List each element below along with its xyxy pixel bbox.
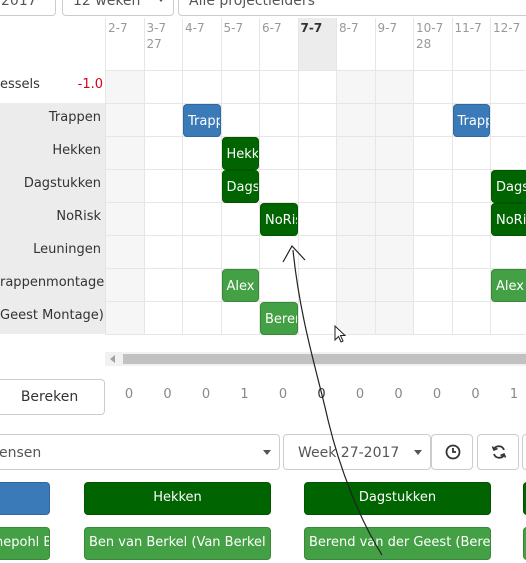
row-divider	[105, 268, 526, 269]
day-header: 4-7	[182, 18, 221, 70]
scroll-left-arrow-icon[interactable]	[110, 355, 115, 363]
row-label: essels -1.0	[0, 70, 105, 103]
clock-button[interactable]	[431, 434, 473, 470]
scrollbar-thumb[interactable]	[123, 354, 526, 364]
day-count: 0	[355, 387, 365, 402]
extra-button[interactable]	[522, 434, 526, 470]
day-header-date: 10-7	[416, 21, 444, 35]
row-label: Trappen	[0, 103, 105, 136]
day-header: 7-7	[297, 18, 336, 70]
day-header: 9-7	[374, 18, 414, 70]
bereken-button-label: Bereken	[20, 389, 79, 405]
projectleaders-select[interactable]: Alle projectleiders	[178, 0, 526, 16]
day-header-date: 12-7	[493, 21, 521, 35]
day-header: 5-7	[220, 18, 260, 70]
task-block[interactable]: Alex S	[221, 269, 259, 302]
task-block[interactable]: Trappen	[183, 104, 221, 137]
day-count: 0	[394, 387, 403, 402]
day-header-date: 9-7	[377, 21, 398, 35]
year-select-value: 2017	[1, 0, 37, 9]
legend-dagstukken-label: Dagstukken	[358, 490, 437, 505]
task-block[interactable]: Berend	[260, 302, 298, 335]
day-count: 0	[278, 387, 288, 402]
day-count: 0	[124, 387, 134, 402]
day-count: 0	[201, 387, 211, 402]
day-header-date: 11-7	[454, 21, 482, 35]
row-value: -1.0	[77, 77, 103, 92]
week-select-value: Week 27-2017	[298, 445, 400, 461]
task-block[interactable]: Alex S	[491, 269, 526, 302]
day-count: 0	[163, 387, 172, 402]
year-select[interactable]: 2017	[0, 0, 56, 16]
chevron-down-icon	[263, 450, 271, 455]
day-header: 6-7	[259, 18, 298, 70]
day-header-date: 6-7	[262, 21, 282, 35]
legend-person-berend-label: Berend van der Geest (Beren	[309, 535, 491, 550]
legend-dagstukken[interactable]: Dagstukken	[304, 482, 491, 515]
day-count: 1	[240, 387, 249, 402]
clock-icon	[445, 444, 461, 460]
day-count: 0	[317, 387, 326, 402]
day-header-date: 2-7	[108, 21, 128, 35]
weeks-select-value: 12 weken	[73, 0, 141, 9]
refresh-button[interactable]	[477, 434, 519, 470]
task-block[interactable]: Dagstukken	[491, 170, 526, 203]
row-divider	[105, 235, 526, 236]
day-header: 11-7	[451, 18, 491, 70]
row-label-text: essels	[0, 77, 40, 92]
row-divider	[105, 301, 526, 302]
day-header: 2-7	[105, 18, 144, 70]
type-select-value: ensen	[0, 445, 42, 461]
task-block[interactable]: Trappen	[452, 104, 490, 137]
day-header-date: 8-7	[339, 21, 359, 35]
day-header-weeknumber: 28	[416, 37, 432, 51]
chevron-down-icon	[157, 0, 165, 2]
row-divider	[105, 202, 526, 203]
row-label: Leuningen	[0, 235, 105, 268]
mouse-cursor-icon	[334, 325, 347, 343]
row-divider	[105, 334, 526, 335]
projectleaders-select-value: Alle projectleiders	[189, 0, 315, 9]
header-divider	[105, 70, 526, 71]
legend-person-1-label: nepohl B	[0, 535, 49, 550]
week-select[interactable]: Week 27-2017	[283, 434, 431, 470]
task-block[interactable]: Dagstukken	[221, 170, 259, 203]
refresh-icon	[491, 445, 507, 459]
legend-hekken-label: Hekken	[153, 490, 202, 505]
day-header-date: 7-7	[300, 21, 323, 35]
day-header: 12-7	[490, 18, 526, 70]
legend-person-ben-label: Ben van Berkel (Van Berkel P	[89, 535, 271, 550]
day-header: 10-7 28	[413, 18, 452, 70]
legend-trappen[interactable]	[0, 482, 50, 515]
bereken-button[interactable]: Bereken	[0, 379, 105, 415]
weeks-select[interactable]: 12 weken	[62, 0, 174, 16]
day-count: 0	[471, 387, 480, 402]
day-count: 1	[509, 387, 519, 402]
task-block[interactable]: NoRisk	[260, 203, 298, 236]
row-label: rappenmontage)	[0, 268, 105, 301]
legend-hekken[interactable]: Hekken	[84, 482, 271, 515]
task-block[interactable]: NoRisk	[491, 203, 526, 236]
row-label: Geest Montage)	[0, 301, 105, 334]
row-label: Dagstukken	[0, 169, 105, 202]
chevron-down-icon	[414, 450, 422, 455]
day-header-date: 4-7	[185, 21, 205, 35]
day-header: 8-7	[336, 18, 375, 70]
legend-person-berend[interactable]: Berend van der Geest (Beren	[304, 527, 491, 560]
row-divider	[105, 169, 526, 170]
day-header-date: 5-7	[223, 21, 244, 35]
type-select[interactable]: ensen	[0, 434, 280, 470]
row-label: Hekken	[0, 136, 105, 169]
row-label: NoRisk	[0, 202, 105, 235]
task-block[interactable]: Hekken	[221, 137, 259, 170]
day-header: 3-7 27	[143, 18, 183, 70]
day-header-date: 3-7	[146, 21, 167, 35]
day-count: 0	[432, 387, 442, 402]
legend-person-1[interactable]: nepohl B	[0, 527, 50, 560]
legend-person-ben[interactable]: Ben van Berkel (Van Berkel P	[84, 527, 271, 560]
day-header-weeknumber: 27	[146, 37, 162, 51]
